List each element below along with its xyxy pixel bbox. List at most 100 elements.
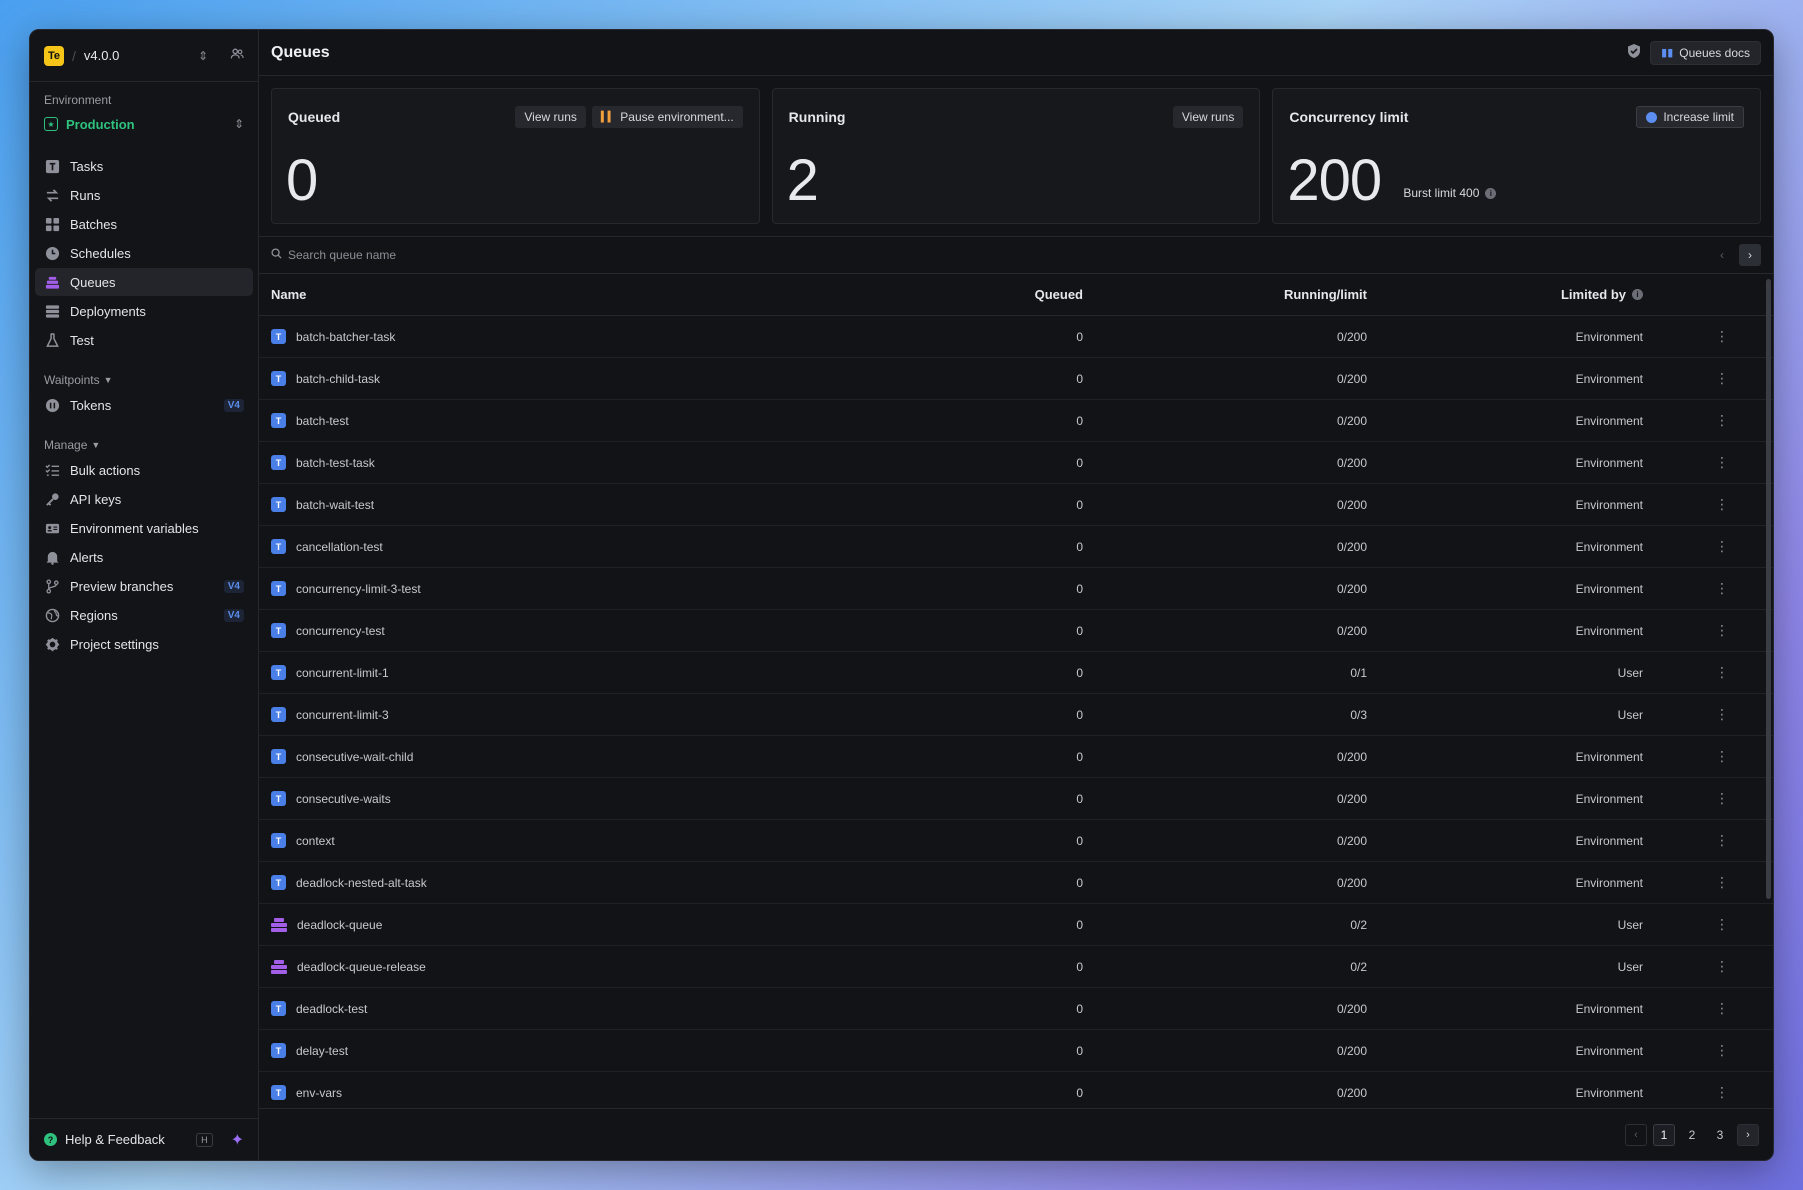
sidebar-item-tokens[interactable]: Tokens V4 [35,391,253,419]
sidebar-item-batches[interactable]: Batches [35,210,253,238]
view-runs-button[interactable]: View runs [515,106,586,128]
more-options-icon[interactable]: ⋮ [1643,748,1745,765]
sidebar-item-test[interactable]: Test [35,326,253,354]
more-options-icon[interactable]: ⋮ [1643,1042,1745,1059]
more-options-icon[interactable]: ⋮ [1643,496,1745,513]
header-name[interactable]: Name [259,287,715,302]
queue-name: batch-batcher-task [296,329,396,344]
scrollbar[interactable] [1766,279,1771,899]
more-options-icon[interactable]: ⋮ [1643,538,1745,555]
sidebar-item-regions[interactable]: Regions V4 [35,601,253,629]
more-options-icon[interactable]: ⋮ [1643,328,1745,345]
cell-running: 0/200 [1336,749,1367,764]
table-row[interactable]: Tbatch-wait-test 0 0/200 Environment ⋮ [259,484,1773,526]
manage-group-toggle[interactable]: Manage ▼ [30,434,258,456]
table-row[interactable]: Tbatch-child-task 0 0/200 Environment ⋮ [259,358,1773,400]
task-icon: T [271,623,286,638]
table-row[interactable]: Tconcurrency-test 0 0/200 Environment ⋮ [259,610,1773,652]
prev-page-button[interactable]: ‹ [1625,1123,1647,1146]
more-options-icon[interactable]: ⋮ [1643,664,1745,681]
sidebar-item-runs[interactable]: Runs [35,181,253,209]
more-options-icon[interactable]: ⋮ [1643,412,1745,429]
info-icon[interactable]: i [1632,289,1643,300]
view-runs-button[interactable]: View runs [1172,106,1244,128]
limited-by-value: Environment [1575,1085,1643,1100]
next-page-button[interactable]: › [1739,244,1761,266]
info-icon[interactable]: i [1485,187,1497,199]
sidebar-item-queues[interactable]: Queues [35,268,253,296]
cell-limited-by: Environment [1367,876,1643,890]
table-row[interactable]: Tconsecutive-waits 0 0/200 Environment ⋮ [259,778,1773,820]
more-options-icon[interactable]: ⋮ [1643,706,1745,723]
page-title: Queues [271,43,330,61]
more-options-icon[interactable]: ⋮ [1643,622,1745,639]
more-options-icon[interactable]: ⋮ [1643,790,1745,807]
page-2-button[interactable]: 2 [1681,1124,1703,1146]
burst-limit: Burst limit 400 i [1403,186,1497,200]
page-3-button[interactable]: 3 [1709,1124,1731,1146]
sidebar-item-label: Batches [70,216,117,232]
more-options-icon[interactable]: ⋮ [1643,1000,1745,1017]
sidebar-item-schedules[interactable]: Schedules [35,239,253,267]
table-row[interactable]: Tdelay-test 0 0/200 Environment ⋮ [259,1030,1773,1072]
next-page-button[interactable]: › [1737,1123,1759,1146]
more-options-icon[interactable]: ⋮ [1643,454,1745,471]
more-options-icon[interactable]: ⋮ [1643,370,1745,387]
cell-queued: 0 [1076,329,1083,344]
limited-by-value: Environment [1575,455,1643,470]
table-row[interactable]: Tbatch-test-task 0 0/200 Environment ⋮ [259,442,1773,484]
sidebar-item-label: Regions [70,607,118,623]
table-row[interactable]: Tdeadlock-test 0 0/200 Environment ⋮ [259,988,1773,1030]
more-options-icon[interactable]: ⋮ [1643,832,1745,849]
sidebar-item-label: Tasks [70,158,104,174]
sidebar-item-deployments[interactable]: Deployments [35,297,253,325]
table-row[interactable]: Tbatch-batcher-task 0 0/200 Environment ⋮ [259,316,1773,358]
queues-docs-button[interactable]: ▮▮ Queues docs [1650,40,1761,65]
table-row[interactable]: Tcontext 0 0/200 Environment ⋮ [259,820,1773,862]
header-limited-by[interactable]: Limited by i [1367,287,1643,302]
sidebar-item-api-keys[interactable]: API keys [35,485,253,513]
task-icon: T [271,497,286,512]
table-row[interactable]: Tdeadlock-nested-alt-task 0 0/200 Environme… [259,862,1773,904]
shield-icon[interactable] [1626,43,1642,62]
table-row[interactable]: Tconcurrency-limit-3-test 0 0/200 Environme… [259,568,1773,610]
table-row[interactable]: Tcancellation-test 0 0/200 Environment ⋮ [259,526,1773,568]
waitpoints-group-toggle[interactable]: Waitpoints ▼ [30,369,258,391]
table-row[interactable]: Tconsecutive-wait-child 0 0/200 Environment… [259,736,1773,778]
cell-queued: 0 [1076,665,1083,680]
more-options-icon[interactable]: ⋮ [1643,958,1745,975]
header-queued[interactable]: Queued [715,287,1083,302]
table-row[interactable]: Tbatch-test 0 0/200 Environment ⋮ [259,400,1773,442]
team-icon[interactable] [230,47,244,64]
sparkle-icon[interactable]: ✦ [231,1130,244,1150]
more-options-icon[interactable]: ⋮ [1643,874,1745,891]
help-feedback-button[interactable]: Help & Feedback [65,1132,188,1147]
search-input[interactable] [288,248,1705,262]
header-running[interactable]: Running/limit [1083,287,1367,302]
chevron-updown-icon[interactable]: ⇕ [198,49,208,63]
more-options-icon[interactable]: ⋮ [1643,580,1745,597]
sidebar-item-project-settings[interactable]: Project settings [35,630,253,658]
sidebar-item-alerts[interactable]: Alerts [35,543,253,571]
cell-name: Tconsecutive-wait-child [259,749,715,764]
table-row[interactable]: Tconcurrent-limit-1 0 0/1 User ⋮ [259,652,1773,694]
more-options-icon[interactable]: ⋮ [1643,916,1745,933]
table-row[interactable]: deadlock-queue-release 0 0/2 User ⋮ [259,946,1773,988]
table-row[interactable]: deadlock-queue 0 0/2 User ⋮ [259,904,1773,946]
cell-name: Tcontext [259,833,715,848]
cell-running: 0/3 [1350,707,1367,722]
sidebar-item-bulk-actions[interactable]: Bulk actions [35,456,253,484]
increase-limit-button[interactable]: Increase limit [1636,106,1745,128]
prev-page-button[interactable]: ‹ [1711,244,1733,266]
sidebar-item-tasks[interactable]: Tasks [35,152,253,180]
cell-queued: 0 [1076,455,1083,470]
table-row[interactable]: Tconcurrent-limit-3 0 0/3 User ⋮ [259,694,1773,736]
pause-environment-button[interactable]: ▍▍ Pause environment... [591,106,743,128]
table-row[interactable]: Tenv-vars 0 0/200 Environment ⋮ [259,1072,1773,1108]
sidebar-item-environment-variables[interactable]: Environment variables [35,514,253,542]
project-switcher[interactable]: Te / v4.0.0 ⇕ [30,30,258,82]
sidebar-item-preview-branches[interactable]: Preview branches V4 [35,572,253,600]
more-options-icon[interactable]: ⋮ [1643,1084,1745,1101]
page-1-button[interactable]: 1 [1653,1123,1675,1146]
environment-selector[interactable]: ★ Production ⇕ [30,110,258,138]
